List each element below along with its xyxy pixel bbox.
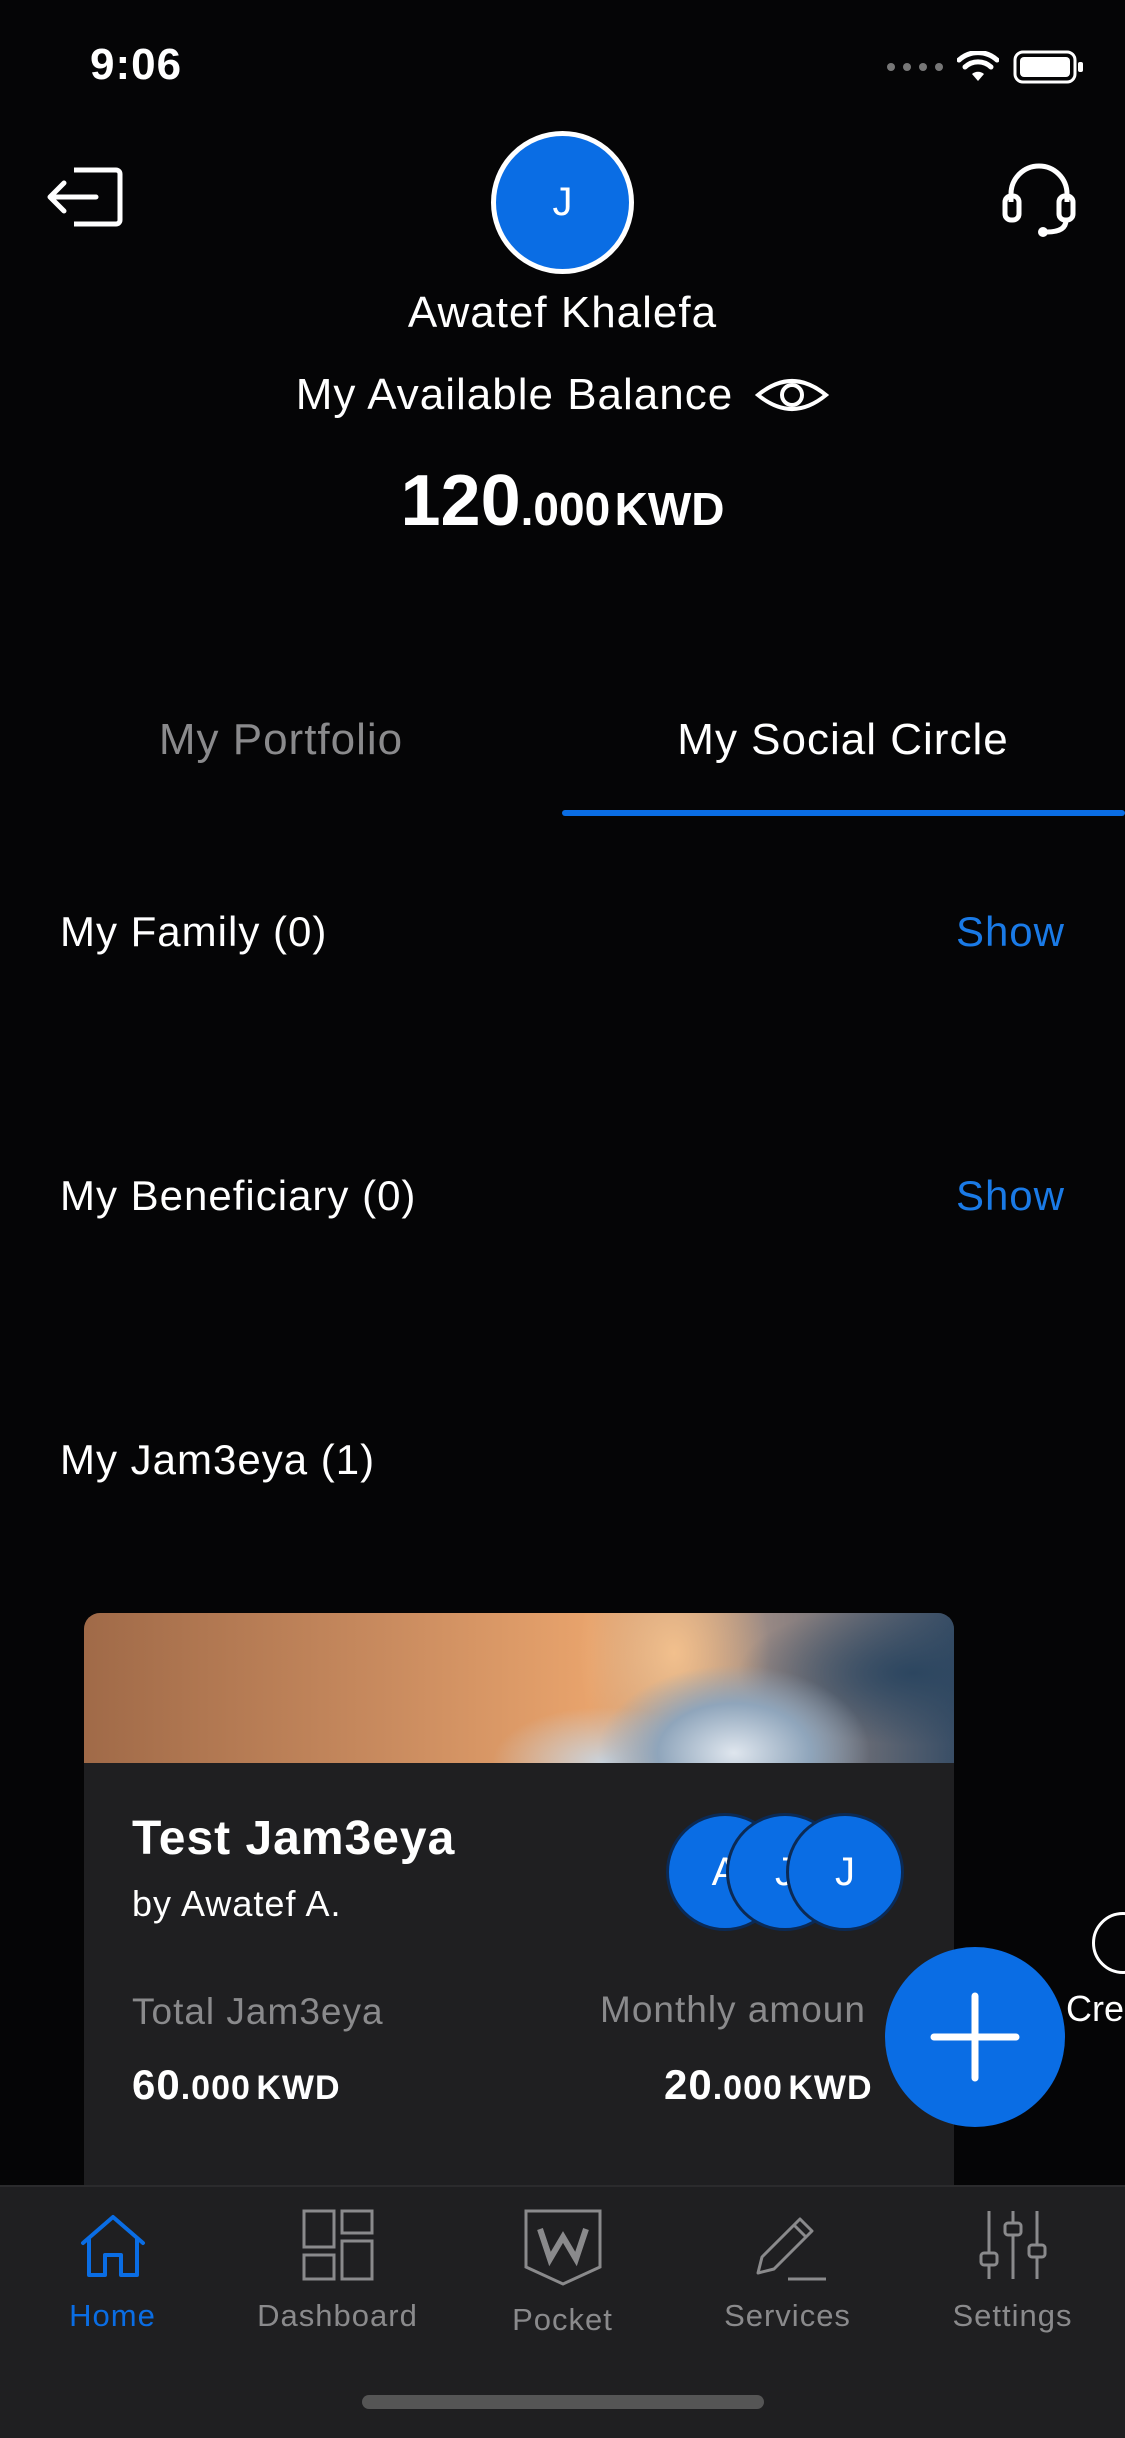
status-time: 9:06 — [90, 40, 183, 89]
nav-pocket[interactable]: Pocket — [450, 2207, 675, 2338]
add-button[interactable] — [885, 1947, 1065, 2127]
logout-icon[interactable] — [46, 162, 126, 232]
balance-decimal: .000 — [520, 483, 611, 535]
tab-my-social-circle[interactable]: My Social Circle — [562, 715, 1124, 765]
home-indicator[interactable] — [362, 2395, 764, 2409]
balance-integer: 120 — [400, 461, 521, 541]
nav-pocket-label: Pocket — [512, 2302, 613, 2337]
total-jam3eya-amount: 60.000 KWD — [132, 2061, 341, 2109]
headset-support-icon[interactable] — [999, 158, 1079, 238]
pocket-icon — [524, 2209, 601, 2286]
wifi-icon — [957, 51, 999, 81]
balance-label: My Available Balance — [295, 370, 734, 419]
status-indicators — [887, 50, 1085, 84]
jam3eya-owner: by Awatef A. — [132, 1883, 342, 1924]
nav-services-label: Services — [724, 2298, 851, 2333]
monthly-amount-decimal: .000 — [712, 2069, 783, 2107]
nav-settings-label: Settings — [952, 2298, 1073, 2333]
battery-icon — [1013, 50, 1083, 84]
home-icon — [80, 2215, 145, 2277]
jam3eya-card[interactable]: Test Jam3eya by Awatef A. A J J Total Ja… — [84, 1613, 954, 2233]
my-family-show-link[interactable]: Show — [956, 908, 1065, 956]
avatar[interactable]: J — [491, 131, 634, 274]
create-circle-icon[interactable] — [1092, 1912, 1125, 1974]
balance-amount: 120.000 KWD — [0, 460, 1125, 542]
eye-icon[interactable] — [755, 375, 830, 415]
tab-my-portfolio[interactable]: My Portfolio — [0, 715, 562, 765]
jam3eya-cover-image — [84, 1613, 954, 1763]
total-jam3eya-label: Total Jam3eya — [132, 1991, 384, 2032]
nav-home-label: Home — [69, 2298, 156, 2333]
nav-home[interactable]: Home — [0, 2207, 225, 2334]
my-beneficiary-show-link[interactable]: Show — [956, 1172, 1065, 1220]
monthly-amount-label: Monthly amoun — [600, 1989, 866, 2030]
member-avatar: J — [786, 1813, 904, 1931]
my-jam3eya-label: My Jam3eya (1) — [60, 1436, 376, 1483]
total-jam3eya-decimal: .000 — [180, 2069, 251, 2107]
monthly-amount-currency: KWD — [788, 2069, 873, 2107]
total-jam3eya-integer: 60 — [132, 2061, 181, 2108]
pencil-icon — [756, 2217, 826, 2281]
user-name: Awatef Khalefa — [407, 288, 718, 337]
balance-label-row: My Available Balance — [0, 370, 1125, 420]
nav-services[interactable]: Services — [675, 2207, 900, 2334]
monthly-amount-integer: 20 — [664, 2061, 713, 2108]
my-beneficiary-label: My Beneficiary (0) — [60, 1172, 417, 1219]
total-jam3eya-currency: KWD — [256, 2069, 341, 2107]
nav-dashboard-label: Dashboard — [257, 2298, 418, 2333]
nav-dashboard[interactable]: Dashboard — [225, 2207, 450, 2334]
balance-currency: KWD — [614, 483, 725, 535]
signal-icon — [887, 63, 943, 71]
monthly-amount: 20.000 KWD — [664, 2061, 873, 2109]
jam3eya-title: Test Jam3eya — [132, 1812, 456, 1865]
sliders-icon — [979, 2211, 1046, 2279]
nav-settings[interactable]: Settings — [900, 2207, 1125, 2334]
dashboard-icon — [302, 2209, 373, 2281]
create-label[interactable]: Cre — [1066, 1988, 1124, 2030]
active-tab-indicator — [562, 810, 1125, 816]
plus-icon — [930, 1992, 1020, 2082]
my-family-label: My Family (0) — [60, 908, 328, 955]
